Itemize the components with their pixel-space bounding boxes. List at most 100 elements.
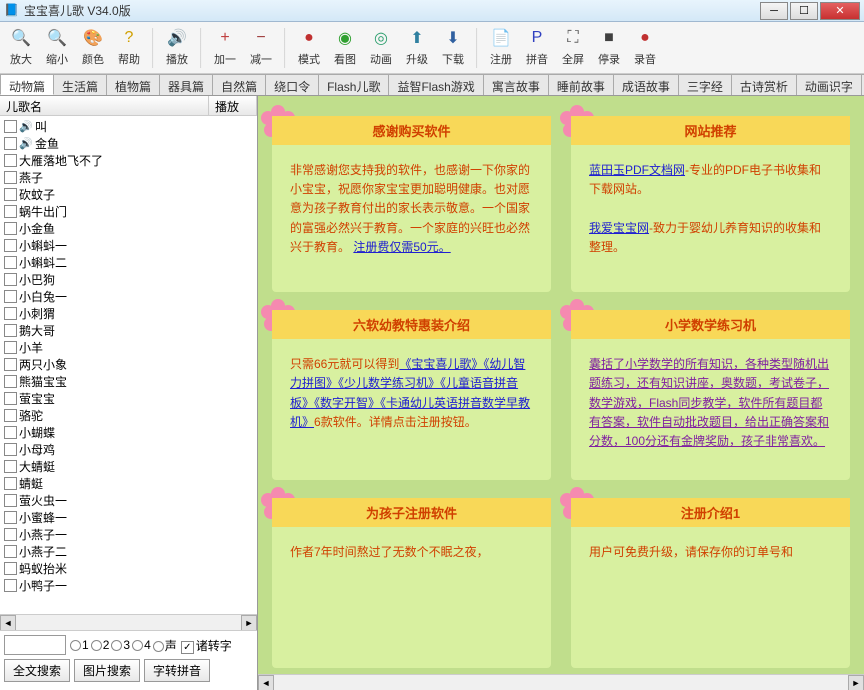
tool-模式[interactable]: ●模式	[292, 25, 326, 71]
checkbox-icon[interactable]	[4, 477, 17, 490]
scroll-right-icon[interactable]: ►	[848, 675, 864, 690]
checkbox-icon[interactable]	[4, 205, 17, 218]
song-item[interactable]: 大雁落地飞不了	[2, 152, 255, 169]
tool-注册[interactable]: 📄注册	[484, 25, 518, 71]
tool-动画[interactable]: ◎动画	[364, 25, 398, 71]
pinyin-button[interactable]: 字转拼音	[144, 659, 210, 682]
tool-播放[interactable]: 🔊播放	[160, 25, 194, 71]
song-item[interactable]: 骆驼	[2, 407, 255, 424]
scroll-left-icon[interactable]: ◄	[0, 615, 16, 631]
tool-看图[interactable]: ◉看图	[328, 25, 362, 71]
song-list[interactable]: 🔊叫🔊金鱼大雁落地飞不了燕子砍蚊子蜗牛出门小金鱼小蝌蚪一小蝌蚪二小巴狗小白兔一小…	[0, 116, 257, 614]
tool-停录[interactable]: ■停录	[592, 25, 626, 71]
minimize-button[interactable]: ─	[760, 2, 788, 20]
checkbox-icon[interactable]	[4, 307, 17, 320]
radio-4[interactable]: 4	[132, 638, 151, 652]
fulltext-search-button[interactable]: 全文搜索	[4, 659, 70, 682]
link[interactable]: 蓝田玉PDF文档网	[589, 163, 685, 177]
song-item[interactable]: 🔊金鱼	[2, 135, 255, 152]
checkbox-icon[interactable]	[4, 324, 17, 337]
scroll-right-icon[interactable]: ►	[241, 615, 257, 631]
song-item[interactable]: 鹅大哥	[2, 322, 255, 339]
song-item[interactable]: 燕子	[2, 169, 255, 186]
checkbox-icon[interactable]	[4, 171, 17, 184]
song-item[interactable]: 小蝌蚪二	[2, 254, 255, 271]
scrollbar-horizontal[interactable]: ◄ ►	[0, 614, 257, 630]
checkbox-icon[interactable]	[4, 562, 17, 575]
checkbox-icon[interactable]	[4, 392, 17, 405]
song-item[interactable]: 小蝌蚪一	[2, 237, 255, 254]
tab-3[interactable]: 器具篇	[159, 74, 213, 95]
link[interactable]: 我爱宝宝网	[589, 221, 649, 235]
radio-2[interactable]: 2	[91, 638, 110, 652]
song-item[interactable]: 萤火虫一	[2, 492, 255, 509]
checkbox-icon[interactable]	[4, 443, 17, 456]
checkbox-icon[interactable]	[4, 494, 17, 507]
checkbox-icon[interactable]	[4, 341, 17, 354]
search-input[interactable]	[4, 635, 66, 655]
song-item[interactable]: 萤宝宝	[2, 390, 255, 407]
tab-6[interactable]: Flash儿歌	[318, 74, 389, 95]
song-item[interactable]: 小白兔一	[2, 288, 255, 305]
song-item[interactable]: 砍蚊子	[2, 186, 255, 203]
checkbox-icon[interactable]	[4, 426, 17, 439]
tool-全屏[interactable]: ⛶全屏	[556, 25, 590, 71]
content-scrollbar[interactable]: ◄ ►	[258, 674, 864, 690]
song-item[interactable]: 小燕子一	[2, 526, 255, 543]
tab-12[interactable]: 古诗赏析	[731, 74, 797, 95]
tab-0[interactable]: 动物篇	[0, 74, 54, 95]
song-item[interactable]: 小蝴蝶	[2, 424, 255, 441]
checkbox-icon[interactable]	[4, 137, 17, 150]
radio-3[interactable]: 3	[111, 638, 130, 652]
tab-4[interactable]: 自然篇	[212, 74, 266, 95]
checkbox-icon[interactable]	[4, 256, 17, 269]
checkbox-icon[interactable]	[4, 290, 17, 303]
checkbox-icon[interactable]	[4, 528, 17, 541]
tool-录音[interactable]: ●录音	[628, 25, 662, 71]
tab-1[interactable]: 生活篇	[53, 74, 107, 95]
song-item[interactable]: 小母鸡	[2, 441, 255, 458]
tab-10[interactable]: 成语故事	[613, 74, 679, 95]
tool-升级[interactable]: ⬆升级	[400, 25, 434, 71]
tab-8[interactable]: 寓言故事	[483, 74, 549, 95]
song-item[interactable]: 熊猫宝宝	[2, 373, 255, 390]
tool-拼音[interactable]: P拼音	[520, 25, 554, 71]
radio-声[interactable]: 声	[153, 637, 177, 654]
checkbox-icon[interactable]	[4, 545, 17, 558]
tool-帮助[interactable]: ?帮助	[112, 25, 146, 71]
checkbox-icon[interactable]	[4, 154, 17, 167]
checkbox-icon[interactable]	[4, 511, 17, 524]
image-search-button[interactable]: 图片搜索	[74, 659, 140, 682]
col-play[interactable]: 播放	[209, 96, 257, 115]
song-item[interactable]: 两只小象	[2, 356, 255, 373]
checkbox-icon[interactable]	[4, 460, 17, 473]
tab-13[interactable]: 动画识字	[796, 74, 862, 95]
col-name[interactable]: 儿歌名	[0, 96, 209, 115]
checkbox-icon[interactable]	[4, 239, 17, 252]
song-item[interactable]: 蜻蜓	[2, 475, 255, 492]
song-item[interactable]: 小巴狗	[2, 271, 255, 288]
tab-7[interactable]: 益智Flash游戏	[388, 74, 483, 95]
song-item[interactable]: 小金鱼	[2, 220, 255, 237]
checkbox-icon[interactable]	[4, 222, 17, 235]
tool-减一[interactable]: −减一	[244, 25, 278, 71]
checkbox-icon[interactable]	[4, 358, 17, 371]
checkbox-icon[interactable]	[4, 579, 17, 592]
tab-2[interactable]: 植物篇	[106, 74, 160, 95]
maximize-button[interactable]: ☐	[790, 2, 818, 20]
tab-5[interactable]: 绕口令	[265, 74, 319, 95]
tool-加一[interactable]: +加一	[208, 25, 242, 71]
song-item[interactable]: 🔊叫	[2, 118, 255, 135]
checkbox-icon[interactable]	[4, 273, 17, 286]
checkbox-icon[interactable]	[4, 409, 17, 422]
tool-下载[interactable]: ⬇下载	[436, 25, 470, 71]
song-item[interactable]: 蚂蚁抬米	[2, 560, 255, 577]
close-button[interactable]: ✕	[820, 2, 860, 20]
song-item[interactable]: 小羊	[2, 339, 255, 356]
radio-1[interactable]: 1	[70, 638, 89, 652]
checkbox-icon[interactable]	[4, 120, 17, 133]
song-item[interactable]: 小蜜蜂一	[2, 509, 255, 526]
tab-11[interactable]: 三字经	[678, 74, 732, 95]
link[interactable]: 注册费仅需50元。	[353, 240, 450, 254]
scroll-left-icon[interactable]: ◄	[258, 675, 274, 690]
